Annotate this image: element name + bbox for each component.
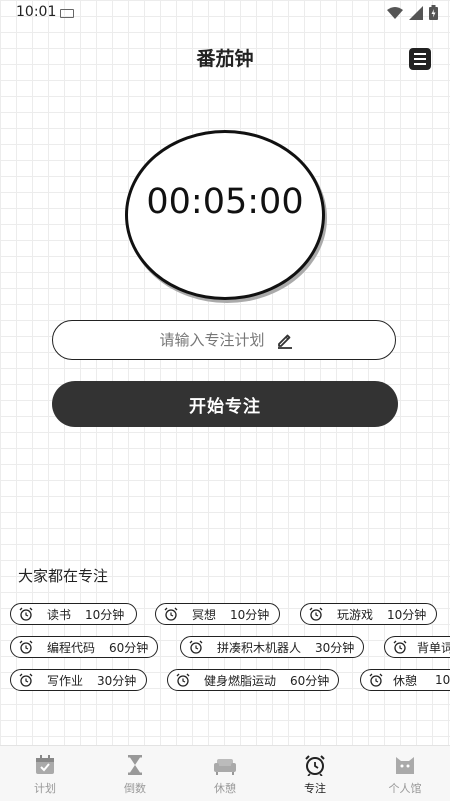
alarm-clock-icon (19, 607, 33, 621)
alarm-clock-icon (19, 640, 33, 654)
nav-item-profile[interactable]: 个人馆 (360, 746, 450, 801)
tag-meditation[interactable]: 冥想 10分钟 (155, 603, 280, 625)
nav-item-rest[interactable]: 休憩 (180, 746, 270, 801)
alarm-clock-icon (164, 607, 178, 621)
tag-row: 读书 10分钟 冥想 10分钟 玩游戏 10分钟 (0, 603, 450, 627)
nav-label: 个人馆 (388, 782, 422, 795)
battery-icon (429, 5, 438, 20)
tag-name: 背单词 (417, 640, 450, 655)
section-title: 大家都在专注 (18, 567, 109, 585)
tag-row: 写作业 30分钟 健身燃脂运动 60分钟 休憩 10 (0, 669, 450, 693)
status-time: 10:01 (16, 4, 57, 20)
tag-vocabulary[interactable]: 背单词 (384, 636, 450, 658)
signal-icon (409, 5, 423, 20)
tag-fitness[interactable]: 健身燃脂运动 60分钟 (167, 669, 339, 691)
nav-label: 专注 (304, 782, 326, 795)
tag-name: 编程代码 (47, 640, 96, 655)
tag-name: 写作业 (47, 673, 84, 688)
tag-homework[interactable]: 写作业 30分钟 (10, 669, 147, 691)
tag-rest[interactable]: 休憩 10 (360, 669, 450, 691)
alarm-clock-icon (309, 607, 323, 621)
alarm-clock-icon (304, 754, 326, 776)
nav-item-focus[interactable]: 专注 (270, 746, 360, 801)
alarm-clock-icon (393, 640, 407, 654)
timer-display: 00:05:00 (146, 182, 304, 222)
nav-item-plan[interactable]: 计划 (0, 746, 90, 801)
tag-reading[interactable]: 读书 10分钟 (10, 603, 137, 625)
plan-input-field[interactable] (52, 320, 396, 360)
tag-duration: 60分钟 (109, 640, 149, 655)
alarm-clock-icon (19, 673, 33, 687)
menu-button[interactable] (409, 48, 431, 70)
tag-row: 编程代码 60分钟 拼凑积木机器人 30分钟 背单词 (0, 636, 450, 660)
cat-icon (393, 754, 417, 776)
alarm-clock-icon (369, 673, 383, 687)
tag-gaming[interactable]: 玩游戏 10分钟 (300, 603, 437, 625)
tag-duration: 10 (435, 673, 450, 687)
page-title: 番茄钟 (196, 48, 254, 70)
menu-line-icon (414, 53, 426, 55)
tag-name: 拼凑积木机器人 (217, 640, 302, 655)
bottom-nav: 计划 倒数 休憩 专注 个人馆 (0, 745, 450, 801)
pencil-icon (278, 334, 292, 349)
nav-label: 计划 (34, 782, 56, 795)
hourglass-icon (124, 754, 146, 776)
calendar-check-icon (34, 754, 56, 776)
tag-coding[interactable]: 编程代码 60分钟 (10, 636, 158, 658)
plan-input[interactable] (154, 330, 270, 350)
tag-lego-robot[interactable]: 拼凑积木机器人 30分钟 (180, 636, 364, 658)
tag-duration: 10分钟 (85, 607, 125, 622)
tag-name: 健身燃脂运动 (204, 673, 277, 688)
tag-name: 玩游戏 (337, 607, 374, 622)
alarm-clock-icon (176, 673, 190, 687)
alarm-clock-icon (189, 640, 203, 654)
menu-line-icon (414, 63, 426, 65)
status-bar: 10:01 (0, 0, 450, 26)
nav-label: 休憩 (214, 782, 236, 795)
timer-circle[interactable]: 00:05:00 (125, 130, 325, 300)
start-focus-button[interactable]: 开始专注 (52, 381, 398, 427)
nav-item-countdown[interactable]: 倒数 (90, 746, 180, 801)
tag-name: 休憩 (393, 673, 418, 688)
tag-duration: 30分钟 (315, 640, 355, 655)
wifi-icon (387, 6, 403, 19)
tag-name: 冥想 (192, 607, 217, 622)
tag-duration: 30分钟 (97, 673, 137, 688)
tag-duration: 10分钟 (230, 607, 270, 622)
nav-label: 倒数 (124, 782, 146, 795)
status-icons (387, 5, 438, 20)
sofa-icon (213, 754, 237, 776)
menu-line-icon (414, 58, 426, 60)
tag-duration: 10分钟 (387, 607, 427, 622)
tag-name: 读书 (47, 607, 72, 622)
keyboard-icon (60, 9, 74, 18)
tag-duration: 60分钟 (290, 673, 330, 688)
